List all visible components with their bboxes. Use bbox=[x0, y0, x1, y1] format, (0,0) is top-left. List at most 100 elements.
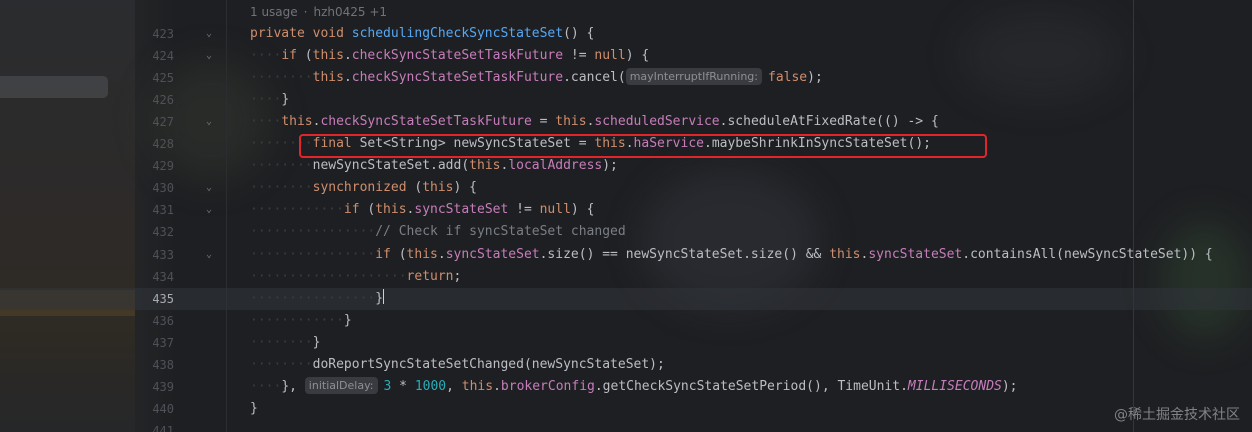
line-number[interactable]: 424 bbox=[142, 45, 174, 67]
code-token: } bbox=[250, 400, 258, 416]
indent-guide: ···· bbox=[250, 378, 282, 394]
code-token: this bbox=[375, 202, 407, 218]
fold-chevron-icon[interactable]: ⌄ bbox=[203, 111, 215, 133]
code-line-429[interactable]: 429 ········newSyncStateSet.add(this.loca… bbox=[0, 155, 1252, 177]
line-number[interactable]: 435 bbox=[142, 288, 174, 310]
code-text[interactable]: ····if (this.checkSyncStateSetTaskFuture… bbox=[250, 45, 649, 67]
code-token: private void bbox=[250, 26, 352, 41]
fold-chevron-icon[interactable]: ⌄ bbox=[203, 23, 215, 45]
code-line-435[interactable]: 435 ················} bbox=[0, 287, 1252, 310]
code-token: null bbox=[539, 202, 571, 218]
watermark: @稀土掘金技术社区 bbox=[1114, 407, 1240, 423]
code-token: schedulingCheckSyncStateSet bbox=[351, 26, 564, 41]
indent-guide: ···· bbox=[250, 114, 282, 130]
line-number[interactable]: 428 bbox=[142, 133, 174, 155]
code-line-439[interactable]: 439 ····}, initialDelay: 3 * 1000, this.br… bbox=[0, 376, 1252, 398]
line-number[interactable]: 440 bbox=[142, 398, 174, 420]
line-number[interactable]: 429 bbox=[142, 155, 174, 177]
code-line-434[interactable]: 434 ····················return; bbox=[0, 266, 1252, 288]
code-token: .getCheckSyncStateSetPeriod(), TimeUnit. bbox=[594, 378, 908, 394]
code-token: ( bbox=[398, 246, 407, 262]
code-line-426[interactable]: 426 ····} bbox=[0, 89, 1252, 111]
line-number[interactable]: 434 bbox=[142, 266, 174, 288]
code-text[interactable]: ····}, initialDelay: 3 * 1000, this.broke… bbox=[250, 376, 1018, 398]
code-text[interactable]: ········this.checkSyncStateSetTaskFuture… bbox=[250, 67, 823, 89]
line-number[interactable]: 438 bbox=[142, 354, 174, 376]
code-token: this bbox=[555, 114, 587, 130]
code-token: brokerConfig bbox=[500, 378, 595, 394]
code-token: = bbox=[531, 114, 556, 130]
line-number[interactable]: 431 bbox=[142, 199, 174, 221]
code-editor[interactable]: 1 usage · hzh0425 +1 423 ⌄ private void sche… bbox=[0, 0, 1252, 432]
code-line-433[interactable]: 433 ⌄ ················if (this.syncStateSe… bbox=[0, 244, 1252, 266]
line-number[interactable]: 437 bbox=[142, 332, 174, 354]
line-number[interactable]: 430 bbox=[142, 177, 174, 199]
code-token: ( bbox=[304, 48, 313, 64]
code-token: MILLISECONDS bbox=[907, 378, 1002, 394]
code-text[interactable]: ················} bbox=[250, 288, 385, 310]
line-number[interactable]: 425 bbox=[142, 67, 174, 89]
code-text[interactable]: ····this.checkSyncStateSetTaskFuture = t… bbox=[250, 111, 939, 133]
code-token: false bbox=[768, 70, 808, 86]
code-text[interactable]: ············} bbox=[250, 310, 352, 332]
code-line-430[interactable]: 430 ⌄ ········synchronized (this) { bbox=[0, 177, 1252, 199]
author-label[interactable]: hzh0425 +1 bbox=[314, 5, 388, 19]
code-line-432[interactable]: 432 ················// Check if syncState… bbox=[0, 221, 1252, 243]
code-token: syncStateSet bbox=[868, 246, 963, 262]
code-line-436[interactable]: 436 ············} bbox=[0, 310, 1252, 332]
indent-guide: ········ bbox=[250, 70, 313, 86]
fold-chevron-icon[interactable]: ⌄ bbox=[203, 244, 215, 266]
code-line-438[interactable]: 438 ········doReportSyncStateSetChanged(n… bbox=[0, 354, 1252, 376]
code-token: } bbox=[281, 92, 290, 108]
line-number[interactable]: 441 bbox=[142, 420, 174, 432]
code-line-423[interactable]: 423 ⌄ private void schedulingCheckSyncStat… bbox=[0, 23, 1252, 45]
fold-chevron-icon[interactable]: ⌄ bbox=[203, 199, 215, 221]
indent-guide: ················ bbox=[250, 290, 376, 306]
line-number[interactable]: 436 bbox=[142, 310, 174, 332]
code-line-437[interactable]: 437 ········} bbox=[0, 332, 1252, 354]
code-text[interactable]: ········doReportSyncStateSetChanged(newS… bbox=[250, 354, 665, 376]
code-line-441[interactable]: 441 bbox=[0, 420, 1252, 432]
code-token: if bbox=[375, 246, 399, 262]
line-number[interactable]: 423 bbox=[142, 23, 174, 45]
code-line-440[interactable]: 440} bbox=[0, 398, 1252, 420]
code-line-424[interactable]: 424 ⌄ ····if (this.checkSyncStateSetTaskFu… bbox=[0, 45, 1252, 67]
code-token: this bbox=[281, 114, 313, 130]
code-line-427[interactable]: 427 ⌄ ····this.checkSyncStateSetTaskFuture… bbox=[0, 111, 1252, 133]
parameter-hint: initialDelay: bbox=[304, 376, 378, 394]
fold-chevron-icon[interactable]: ⌄ bbox=[203, 45, 215, 67]
line-number[interactable]: 432 bbox=[142, 221, 174, 243]
code-text[interactable]: private void schedulingCheckSyncStateSet… bbox=[250, 23, 594, 45]
code-text[interactable]: ········} bbox=[250, 332, 320, 354]
code-token: != bbox=[563, 48, 595, 64]
fold-chevron-icon[interactable]: ⌄ bbox=[203, 177, 215, 199]
code-line-431[interactable]: 431 ⌄ ············if (this.syncStateSet !=… bbox=[0, 199, 1252, 221]
code-token: } bbox=[343, 312, 352, 328]
code-line-425[interactable]: 425 ········this.checkSyncStateSetTaskFut… bbox=[0, 67, 1252, 89]
code-token: ) { bbox=[625, 48, 650, 64]
code-token: . bbox=[437, 246, 446, 262]
line-number[interactable]: 427 bbox=[142, 111, 174, 133]
annotation-highlight-box bbox=[299, 134, 987, 158]
code-token: .size() == newSyncStateSet.size() && bbox=[539, 246, 830, 262]
line-number[interactable]: 439 bbox=[142, 376, 174, 398]
code-token: != bbox=[508, 202, 540, 218]
code-token: scheduledService bbox=[594, 114, 720, 130]
code-text[interactable]: } bbox=[250, 398, 258, 420]
code-token: this bbox=[461, 378, 494, 394]
code-token: newSyncStateSet.add( bbox=[312, 158, 470, 174]
code-text[interactable]: ················// Check if syncStateSet… bbox=[250, 221, 626, 243]
code-token: localAddress bbox=[508, 158, 603, 174]
code-text[interactable]: ········synchronized (this) { bbox=[250, 177, 477, 199]
code-vision-hint[interactable]: 1 usage · hzh0425 +1 bbox=[250, 3, 387, 21]
code-text[interactable]: ····} bbox=[250, 89, 289, 111]
text-caret bbox=[383, 288, 385, 304]
code-text[interactable]: ················if (this.syncStateSet.si… bbox=[250, 244, 1213, 266]
usages-link[interactable]: 1 usage bbox=[250, 5, 298, 19]
code-text[interactable]: ········newSyncStateSet.add(this.localAd… bbox=[250, 155, 618, 177]
code-text[interactable]: ····················return; bbox=[250, 266, 461, 288]
line-number[interactable]: 433 bbox=[142, 244, 174, 266]
line-number[interactable]: 426 bbox=[142, 89, 174, 111]
code-text[interactable]: ············if (this.syncStateSet != nul… bbox=[250, 199, 594, 221]
code-token: this bbox=[829, 246, 861, 262]
